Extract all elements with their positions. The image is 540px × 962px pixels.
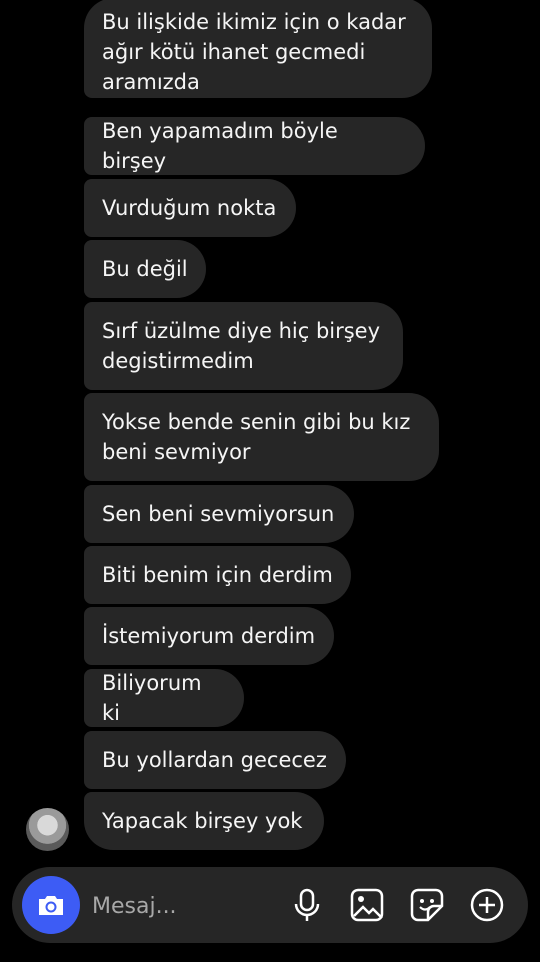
sticker-button[interactable]: [408, 886, 446, 924]
message-input[interactable]: [90, 889, 284, 923]
message-thread[interactable]: Bu ilişkide ikimiz için o kadar ağır köt…: [0, 0, 540, 862]
message-bubble[interactable]: Bu yollardan gececez: [84, 731, 346, 789]
sender-avatar[interactable]: [26, 808, 69, 851]
gallery-button[interactable]: [348, 886, 386, 924]
camera-icon: [39, 896, 63, 915]
voice-message-button[interactable]: [288, 886, 326, 924]
gallery-icon: [350, 888, 384, 922]
message-bubble[interactable]: Bu değil: [84, 240, 206, 298]
microphone-icon: [294, 888, 320, 921]
message-bubble[interactable]: Bu ilişkide ikimiz için o kadar ağır köt…: [84, 0, 432, 98]
message-bubble[interactable]: Sırf üzülme diye hiç birşey degistirmedi…: [84, 302, 403, 390]
message-bubble[interactable]: Sen beni sevmiyorsun: [84, 485, 354, 543]
more-options-button[interactable]: [468, 886, 506, 924]
message-bubble[interactable]: Yapacak birşey yok: [84, 792, 324, 850]
message-bubble[interactable]: Vurduğum nokta: [84, 179, 296, 237]
message-bubble[interactable]: Biti benim için derdim: [84, 546, 351, 604]
message-composer: [12, 867, 528, 943]
camera-button[interactable]: [22, 876, 80, 934]
message-bubble[interactable]: Yokse bende senin gibi bu kız beni sevmi…: [84, 393, 439, 481]
message-bubble[interactable]: Biliyorum ki: [84, 669, 244, 727]
sticker-icon: [410, 888, 444, 922]
plus-circle-icon: [470, 888, 504, 922]
message-bubble[interactable]: Ben yapamadım böyle birşey: [84, 117, 425, 175]
message-bubble[interactable]: İstemiyorum derdim: [84, 607, 334, 665]
